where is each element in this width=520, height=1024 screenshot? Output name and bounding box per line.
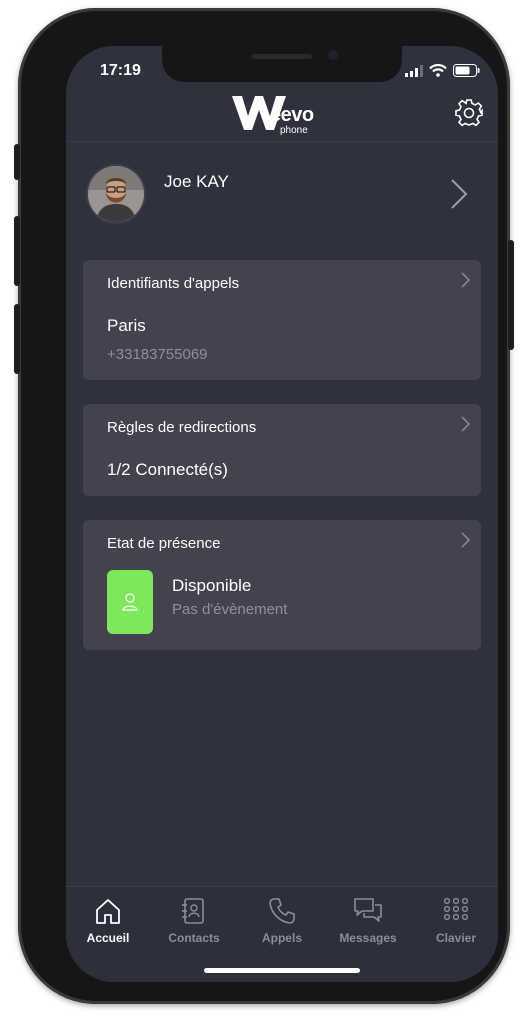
redirection-rules-card[interactable]: Règles de redirections 1/2 Connecté(s): [83, 404, 481, 496]
caller-id-number: +33183755069: [107, 346, 208, 363]
home-icon: [96, 899, 120, 924]
profile-row[interactable]: Joe KAY: [66, 146, 498, 246]
home-indicator[interactable]: [204, 968, 360, 973]
caller-id-card[interactable]: Identifiants d'appels Paris +33183755069: [83, 260, 481, 380]
caller-id-city: Paris: [107, 316, 146, 335]
redirection-rules-title: Règles de redirections: [107, 419, 257, 436]
phone-icon: [269, 898, 295, 924]
chevron-right-icon: [461, 272, 471, 288]
settings-gear-icon[interactable]: [454, 98, 484, 128]
wifi-icon: [429, 64, 447, 77]
power-button: [508, 240, 514, 350]
caller-id-title: Identifiants d'appels: [107, 275, 240, 292]
status-time: 17:19: [100, 62, 141, 79]
keypad-icon: [443, 897, 469, 921]
notch: [162, 46, 402, 82]
logo-text: eevo: [270, 104, 314, 126]
messages-icon: [354, 898, 382, 922]
presence-title: Etat de présence: [107, 535, 221, 552]
contacts-icon: [182, 898, 204, 924]
tab-label: Clavier: [435, 931, 477, 945]
battery-icon: [453, 64, 480, 77]
user-icon: [122, 593, 138, 611]
tab-accueil[interactable]: Accueil: [68, 895, 148, 945]
presence-card[interactable]: Etat de présence Disponible Pas d'évènem…: [83, 520, 481, 650]
tab-label: Messages: [339, 931, 397, 945]
tab-label: Contacts: [168, 931, 220, 945]
tab-label: Accueil: [86, 931, 130, 945]
app-header: eevo phone: [66, 86, 498, 142]
phone-frame: 17:19 eevo phone Joe KAY Identifiants d'…: [14, 8, 514, 1004]
silent-switch: [14, 144, 20, 180]
app-screen: 17:19 eevo phone Joe KAY Identifiants d'…: [66, 46, 498, 982]
chevron-right-icon: [461, 532, 471, 548]
presence-event: Pas d'évènement: [172, 601, 288, 618]
presence-status-indicator: [107, 570, 153, 634]
tab-messages[interactable]: Messages: [328, 895, 408, 945]
tab-contacts[interactable]: Contacts: [154, 895, 234, 945]
avatar-photo: [88, 166, 144, 222]
chevron-right-icon: [451, 179, 468, 209]
volume-up-button: [14, 216, 20, 286]
profile-name: Joe KAY: [164, 172, 229, 191]
tab-label: Appels: [261, 931, 302, 945]
camera: [328, 50, 338, 60]
volume-down-button: [14, 304, 20, 374]
redirection-rules-status: 1/2 Connecté(s): [107, 460, 228, 479]
signal-icon: [405, 64, 423, 77]
tab-appels[interactable]: Appels: [242, 895, 322, 945]
presence-status: Disponible: [172, 576, 252, 595]
tab-clavier[interactable]: Clavier: [416, 895, 496, 945]
logo-subtext: phone: [280, 125, 308, 136]
avatar: [88, 166, 144, 222]
speaker: [252, 54, 312, 59]
chevron-right-icon: [461, 416, 471, 432]
status-icons: [405, 64, 480, 77]
